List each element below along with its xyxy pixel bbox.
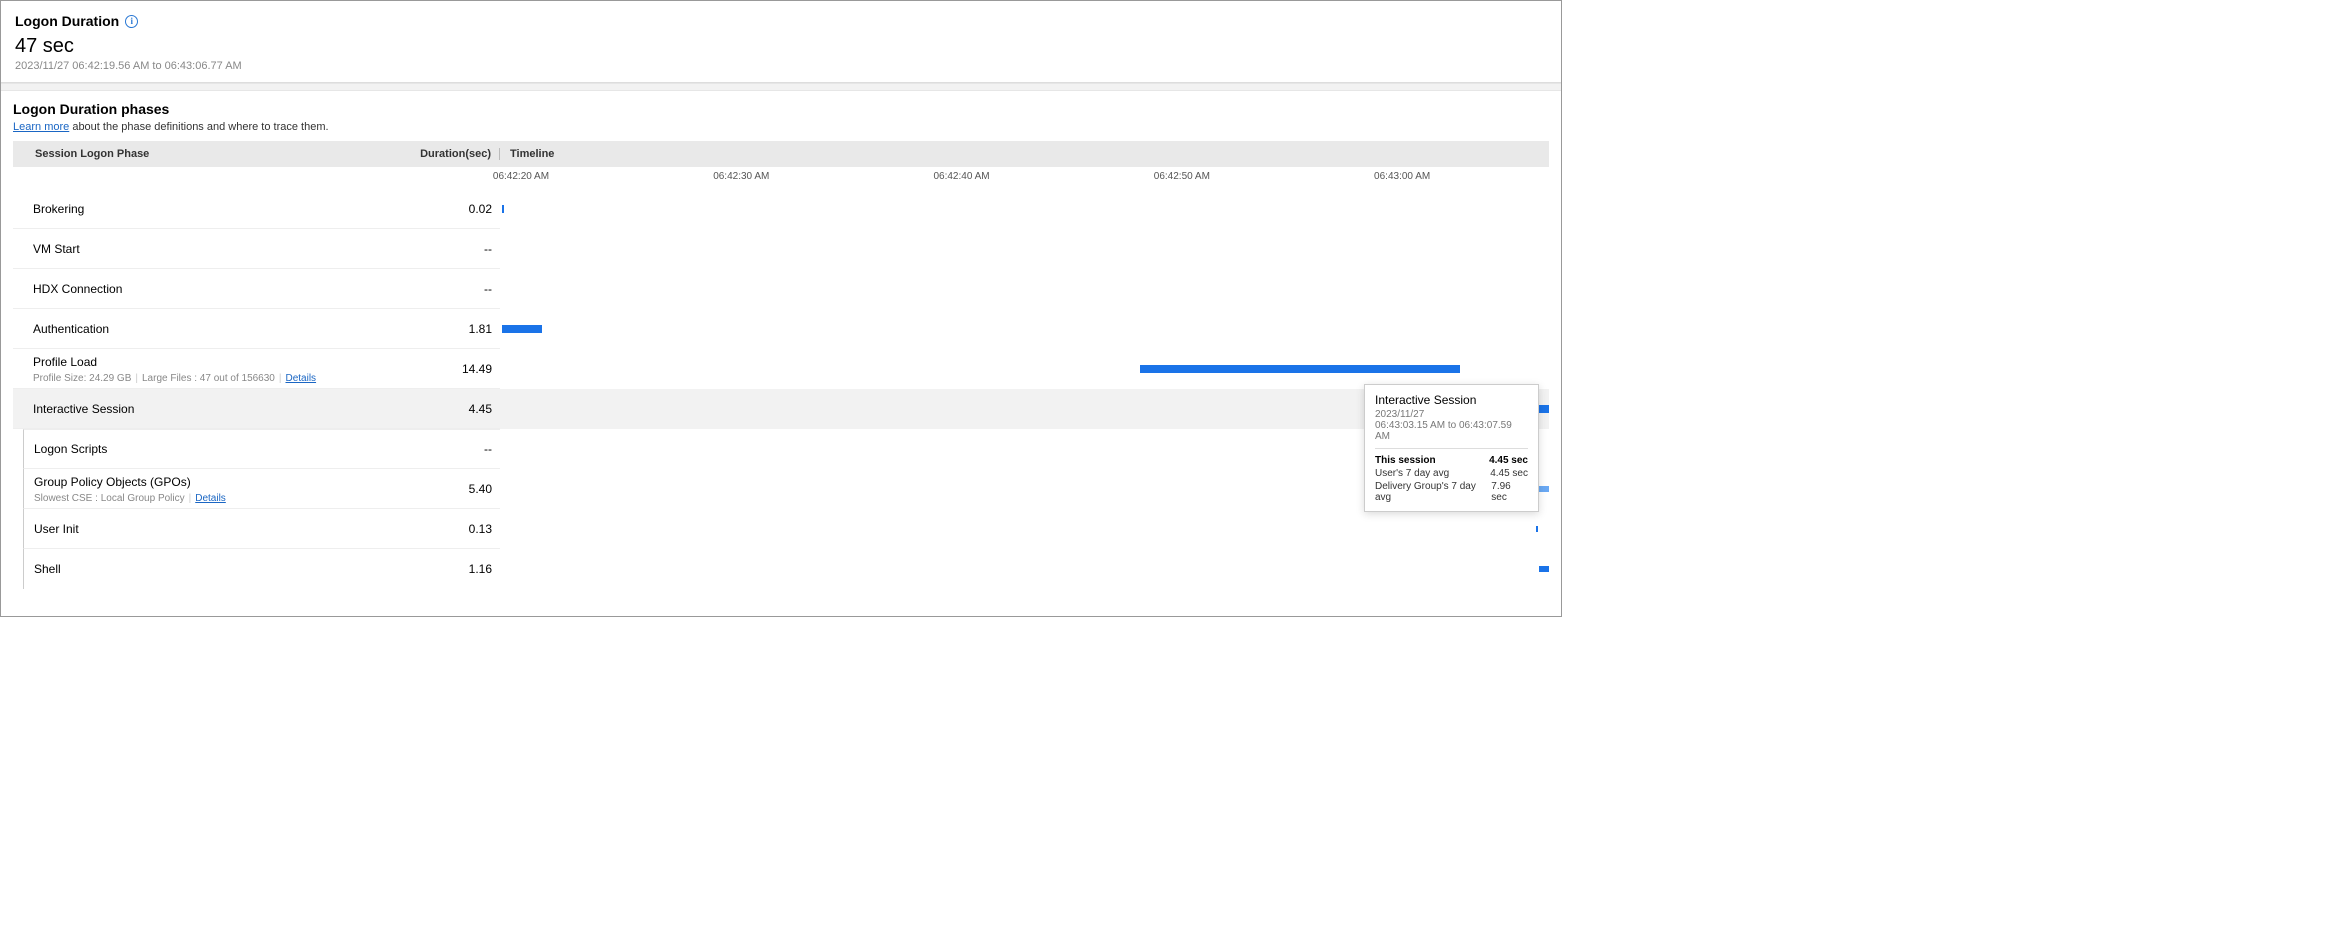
time-tick: 06:43:00 AM xyxy=(1374,171,1430,182)
bar-row-brokering xyxy=(500,189,1549,229)
tooltip-dg7-val: 7.96 sec xyxy=(1491,481,1528,503)
phases-subtitle: Learn more about the phase definitions a… xyxy=(13,121,1549,133)
profile-size: Profile Size: 24.29 GB xyxy=(33,373,131,384)
row-vm-start[interactable]: VM Start -- xyxy=(13,229,500,269)
bar-row-auth xyxy=(500,309,1549,349)
phase-duration: 1.81 xyxy=(380,322,500,336)
th-duration: Duration(sec) xyxy=(380,148,500,160)
profile-meta: Profile Size: 24.29 GB|Large Files : 47 … xyxy=(33,373,380,384)
logon-duration-value: 47 sec xyxy=(15,35,1547,58)
time-tick: 06:42:30 AM xyxy=(713,171,769,182)
phase-duration: 1.16 xyxy=(380,562,500,576)
gpo-meta: Slowest CSE : Local Group Policy|Details xyxy=(34,493,380,504)
bar-row-vm-start xyxy=(500,229,1549,269)
gpo-details-link[interactable]: Details xyxy=(195,493,226,504)
phases-title: Logon Duration phases xyxy=(13,101,1549,117)
profile-large-files: Large Files : 47 out of 156630 xyxy=(142,373,275,384)
row-shell[interactable]: Shell 1.16 xyxy=(23,549,500,589)
row-hdx[interactable]: HDX Connection -- xyxy=(13,269,500,309)
phase-name: Shell xyxy=(34,562,61,576)
timeline-axis: 06:42:20 AM 06:42:30 AM 06:42:40 AM 06:4… xyxy=(500,167,1549,189)
phase-duration: -- xyxy=(380,282,500,296)
phases-table: Session Logon Phase Duration(sec) Broker… xyxy=(13,141,1549,589)
left-axis-spacer xyxy=(13,167,500,189)
phase-name: User Init xyxy=(34,522,79,536)
phase-name: Interactive Session xyxy=(33,402,134,416)
time-tick: 06:42:50 AM xyxy=(1154,171,1210,182)
phases-subtitle-tail: about the phase definitions and where to… xyxy=(69,121,328,133)
tooltip-dg7-label: Delivery Group's 7 day avg xyxy=(1375,481,1491,503)
bar-profile-load xyxy=(1140,365,1460,373)
tooltip-date: 2023/11/27 xyxy=(1375,409,1528,420)
row-interactive-session[interactable]: Interactive Session 4.45 xyxy=(13,389,500,429)
bar-row-user-init xyxy=(500,509,1549,549)
phase-name: Group Policy Objects (GPOs) xyxy=(34,475,191,489)
phases-timeline-column: Timeline 06:42:20 AM 06:42:30 AM 06:42:4… xyxy=(500,141,1549,589)
info-icon[interactable]: i xyxy=(125,15,138,28)
phase-name: Logon Scripts xyxy=(34,442,107,456)
bar-shell xyxy=(1539,566,1549,572)
tooltip-interactive-session: Interactive Session 2023/11/27 06:43:03.… xyxy=(1364,384,1539,512)
table-header-left: Session Logon Phase Duration(sec) xyxy=(13,141,500,167)
bar-row-hdx xyxy=(500,269,1549,309)
bar-authentication xyxy=(502,325,542,333)
phase-duration: 0.02 xyxy=(380,202,500,216)
logon-duration-timerange: 2023/11/27 06:42:19.56 AM to 06:43:06.77… xyxy=(15,60,1547,72)
phase-duration: 0.13 xyxy=(380,522,500,536)
tooltip-this-val: 4.45 sec xyxy=(1489,455,1528,466)
row-logon-scripts[interactable]: Logon Scripts -- xyxy=(23,429,500,469)
phase-duration: 4.45 xyxy=(380,402,500,416)
phase-duration: -- xyxy=(380,242,500,256)
phase-duration: -- xyxy=(380,442,500,456)
bar-row-profile xyxy=(500,349,1549,389)
time-tick: 06:42:20 AM xyxy=(493,171,549,182)
learn-more-link[interactable]: Learn more xyxy=(13,121,69,133)
logon-duration-title: Logon Duration xyxy=(15,13,119,29)
profile-details-link[interactable]: Details xyxy=(285,373,316,384)
th-phase: Session Logon Phase xyxy=(35,148,380,160)
tooltip-u7-val: 4.45 sec xyxy=(1490,468,1528,479)
row-gpo[interactable]: Group Policy Objects (GPOs) Slowest CSE … xyxy=(23,469,500,509)
tooltip-this-label: This session xyxy=(1375,455,1436,466)
time-tick: 06:42:40 AM xyxy=(933,171,989,182)
table-header-right: Timeline xyxy=(500,141,1549,167)
th-timeline: Timeline xyxy=(510,148,554,160)
phase-name: Brokering xyxy=(33,202,84,216)
bar-brokering xyxy=(502,205,504,213)
phase-duration: 14.49 xyxy=(380,362,500,376)
bar-user-init xyxy=(1536,526,1538,532)
row-brokering[interactable]: Brokering 0.02 xyxy=(13,189,500,229)
tooltip-title: Interactive Session xyxy=(1375,393,1528,407)
tooltip-range: 06:43:03.15 AM to 06:43:07.59 AM xyxy=(1375,420,1528,442)
section-divider xyxy=(1,83,1561,91)
phase-duration: 5.40 xyxy=(380,482,500,496)
phase-name: VM Start xyxy=(33,242,80,256)
phases-left-column: Session Logon Phase Duration(sec) Broker… xyxy=(13,141,500,589)
tooltip-u7-label: User's 7 day avg xyxy=(1375,468,1449,479)
phase-name: Authentication xyxy=(33,322,109,336)
gpo-slowest: Slowest CSE : Local Group Policy xyxy=(34,493,185,504)
phase-name: HDX Connection xyxy=(33,282,122,296)
phase-name: Profile Load xyxy=(33,355,97,369)
logon-duration-header: Logon Duration i 47 sec 2023/11/27 06:42… xyxy=(1,1,1561,83)
row-user-init[interactable]: User Init 0.13 xyxy=(23,509,500,549)
row-authentication[interactable]: Authentication 1.81 xyxy=(13,309,500,349)
row-profile-load[interactable]: Profile Load Profile Size: 24.29 GB|Larg… xyxy=(13,349,500,389)
bar-row-shell xyxy=(500,549,1549,589)
